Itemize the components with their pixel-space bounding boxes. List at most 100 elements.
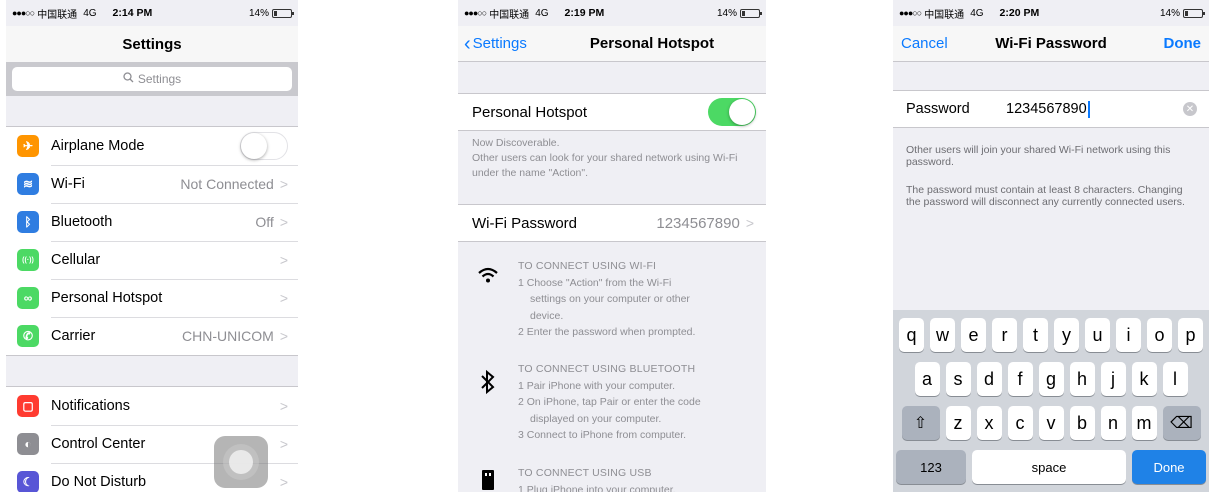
keyboard-row-1: qwertyuiop (896, 318, 1206, 352)
key-j[interactable]: j (1100, 362, 1126, 396)
search-input[interactable]: Settings (12, 67, 292, 91)
chevron-right-icon: > (279, 474, 288, 490)
page-title: Personal Hotspot (589, 35, 715, 52)
password-value: 1234567890 (1006, 101, 1087, 117)
search-bar: Settings (6, 62, 298, 96)
instructions-line: 1 Plug iPhone into your computer. (518, 483, 676, 492)
numbers-key[interactable]: 123 (896, 450, 966, 484)
settings-row-notifications[interactable]: ▢ Notifications > (6, 387, 298, 425)
key-r[interactable]: r (992, 318, 1017, 352)
settings-row-value: Not Connected (180, 176, 274, 192)
settings-row-airplane[interactable]: ✈ Airplane Mode (6, 127, 298, 165)
page-title: Settings (122, 35, 182, 53)
wifi-password-row[interactable]: Wi-Fi Password 1234567890 > (458, 204, 766, 242)
instructions-line: device. (530, 309, 564, 322)
key-v[interactable]: v (1038, 406, 1064, 440)
search-placeholder: Settings (137, 72, 182, 86)
battery-icon (272, 8, 294, 18)
instructions-line: 2 Enter the password when prompted. (518, 326, 696, 338)
key-e[interactable]: e (961, 318, 986, 352)
signal-strength: ●●●○○ (899, 8, 922, 18)
battery-icon (740, 8, 762, 18)
key-x[interactable]: x (976, 406, 1002, 440)
key-s[interactable]: s (945, 362, 971, 396)
settings-row-label: Cellular (51, 252, 101, 268)
settings-row-label: Airplane Mode (51, 138, 145, 154)
settings-row-value: CHN-UNICOM (182, 328, 274, 344)
instructions-line: 2 On iPhone, tap Pair or enter the code (518, 396, 701, 408)
key-d[interactable]: d (976, 362, 1002, 396)
clear-icon[interactable]: ✕ (1183, 102, 1197, 116)
battery-icon (1183, 8, 1205, 18)
battery-indicator: 14% (716, 7, 762, 19)
page-title: Wi-Fi Password (995, 35, 1107, 52)
settings-row-bluetooth[interactable]: ᛒ Bluetooth Off > (6, 203, 298, 241)
settings-group-connectivity: ✈ Airplane Mode ≋ Wi-Fi Not Connected > ᛒ Bluet… (6, 126, 298, 356)
password-input[interactable]: 1234567890 (1006, 100, 1183, 118)
key-u[interactable]: u (1085, 318, 1110, 352)
battery-percent: 14% (248, 7, 269, 19)
key-c[interactable]: c (1007, 406, 1033, 440)
back-button[interactable]: ‹ Settings (464, 34, 527, 54)
space-key[interactable]: space (972, 450, 1126, 484)
airplane-mode-switch[interactable] (240, 132, 288, 160)
connect-instructions-bluetooth: TO CONNECT USING BLUETOOTH 1 Pair iPhone … (458, 361, 766, 444)
settings-row-phone[interactable]: ✆ Carrier CHN-UNICOM > (6, 317, 298, 355)
chevron-right-icon: > (279, 252, 288, 268)
key-n[interactable]: n (1100, 406, 1126, 440)
signal-strength: ●●●○○ (12, 8, 35, 18)
key-q[interactable]: q (899, 318, 924, 352)
key-z[interactable]: z (945, 406, 971, 440)
key-y[interactable]: y (1054, 318, 1079, 352)
network-type: 4G (970, 7, 984, 19)
key-i[interactable]: i (1116, 318, 1141, 352)
discoverable-detail: Other users can look for your shared net… (472, 152, 738, 179)
chevron-right-icon: > (279, 290, 288, 306)
control-center-icon: ◐ (17, 433, 39, 455)
key-h[interactable]: h (1069, 362, 1095, 396)
battery-indicator: 14% (248, 7, 294, 19)
cancel-button[interactable]: Cancel (901, 35, 948, 52)
key-b[interactable]: b (1069, 406, 1095, 440)
instructions-line: 1 Pair iPhone with your computer. (518, 379, 675, 392)
key-p[interactable]: p (1178, 318, 1203, 352)
bluetooth-icon (458, 361, 518, 444)
keyboard-row-4: 123 space Done (896, 450, 1206, 484)
key-w[interactable]: w (930, 318, 955, 352)
settings-row-label: Bluetooth (51, 214, 113, 230)
done-button[interactable]: Done (1164, 35, 1202, 52)
key-o[interactable]: o (1147, 318, 1172, 352)
battery-percent: 14% (716, 7, 737, 19)
chevron-right-icon: > (279, 176, 288, 192)
keyboard-row-3: ⇧ zxcvbnm ⌫ (896, 406, 1206, 440)
status-bar: ●●●○○ 中国联通 4G 2:14 PM 14% (6, 0, 298, 26)
search-icon (123, 72, 134, 86)
assistive-touch-button[interactable] (214, 436, 268, 488)
settings-row-wifi[interactable]: ≋ Wi-Fi Not Connected > (6, 165, 298, 203)
settings-row-cellular[interactable]: ((·)) Cellular > (6, 241, 298, 279)
instructions-line: settings on your computer or other (530, 293, 690, 305)
status-time: 2:14 PM (112, 7, 153, 19)
shift-key[interactable]: ⇧ (901, 406, 940, 440)
delete-key[interactable]: ⌫ (1162, 406, 1201, 440)
hotspot-switch[interactable] (708, 98, 756, 126)
carrier-name: 中国联通 (924, 9, 965, 21)
key-f[interactable]: f (1007, 362, 1033, 396)
network-type: 4G (83, 7, 97, 19)
key-t[interactable]: t (1023, 318, 1048, 352)
keyboard-row-2: asdfghjkl (896, 362, 1206, 396)
key-m[interactable]: m (1131, 406, 1157, 440)
key-a[interactable]: a (914, 362, 940, 396)
connect-instructions-wifi: TO CONNECT USING WI-FI 1 Choose "Action" … (458, 258, 766, 341)
key-k[interactable]: k (1131, 362, 1157, 396)
password-row: Password 1234567890 ✕ (893, 90, 1209, 128)
moon-icon: ☾ (17, 471, 39, 492)
keyboard: qwertyuiop asdfghjkl ⇧ zxcvbnm ⌫ 123 spa… (893, 310, 1209, 492)
nav-bar: Cancel Wi-Fi Password Done (893, 26, 1209, 62)
key-l[interactable]: l (1162, 362, 1188, 396)
key-g[interactable]: g (1038, 362, 1064, 396)
password-note-join: Other users will join your shared Wi-Fi … (906, 144, 1171, 168)
keyboard-done-key[interactable]: Done (1132, 450, 1206, 484)
settings-row-label: Wi-Fi (51, 176, 85, 192)
settings-row-hotspot[interactable]: ∞ Personal Hotspot > (6, 279, 298, 317)
